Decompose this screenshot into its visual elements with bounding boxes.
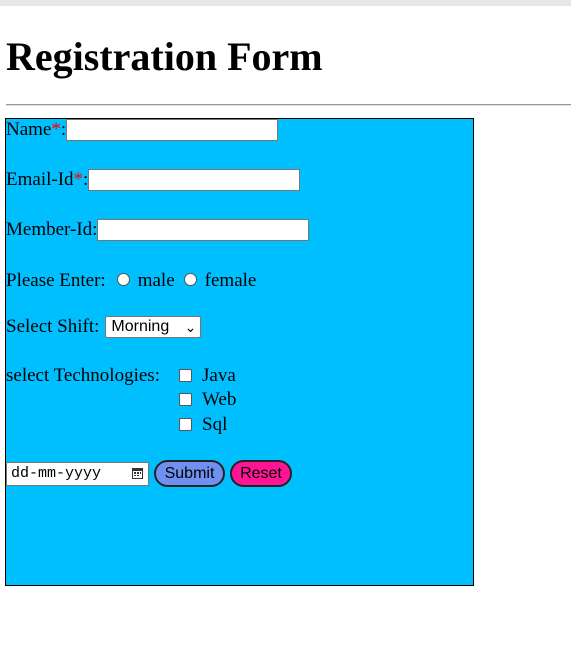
technologies-row: select Technologies: — [6, 365, 160, 387]
name-label: Name — [6, 119, 52, 140]
chevron-down-icon: ⌄ — [184, 319, 197, 335]
name-row: Name *: — [6, 119, 279, 141]
member-id-input[interactable] — [97, 219, 310, 241]
gender-label: Please Enter: — [6, 270, 106, 291]
reset-button[interactable]: Reset — [230, 460, 292, 487]
technologies-label: select Technologies: — [6, 365, 160, 386]
web-label: Web — [202, 389, 237, 410]
member-label: Member-Id: — [6, 219, 98, 240]
female-label: female — [204, 270, 257, 291]
gender-row: Please Enter: male female — [6, 270, 256, 292]
male-label: male — [137, 270, 175, 291]
shift-select[interactable]: Morning ⌄ — [105, 316, 202, 338]
browser-top-strip — [0, 0, 571, 6]
sql-checkbox[interactable] — [179, 417, 192, 431]
shift-selected-value: Morning — [111, 318, 170, 335]
tech-option-sql: Sql — [178, 414, 227, 436]
female-radio[interactable] — [183, 272, 197, 286]
java-checkbox[interactable] — [179, 368, 192, 382]
sql-label: Sql — [202, 414, 228, 435]
male-radio[interactable] — [116, 272, 130, 286]
shift-label: Select Shift: — [6, 316, 100, 337]
tech-option-java: Java — [178, 365, 236, 387]
java-label: Java — [202, 365, 236, 386]
registration-form: Name *: Email-Id *: Member-Id: Please Ente… — [5, 118, 474, 586]
submit-button[interactable]: Submit — [154, 460, 225, 487]
tech-option-web: Web — [178, 389, 236, 411]
date-placeholder: dd-mm-yyyy — [11, 465, 102, 482]
horizontal-rule — [6, 104, 571, 106]
email-label: Email-Id — [6, 169, 74, 190]
name-input[interactable] — [66, 119, 279, 141]
page-title: Registration Form — [6, 34, 323, 79]
web-checkbox[interactable] — [179, 392, 192, 406]
email-input[interactable] — [88, 169, 301, 191]
email-required-mark: * — [73, 169, 84, 190]
date-input[interactable]: dd-mm-yyyy — [6, 462, 149, 486]
calendar-icon[interactable] — [132, 468, 143, 479]
email-row: Email-Id *: — [6, 169, 301, 191]
shift-row: Select Shift: Morning ⌄ — [6, 316, 202, 338]
member-row: Member-Id: — [6, 219, 310, 241]
name-required-mark: * — [51, 119, 61, 140]
